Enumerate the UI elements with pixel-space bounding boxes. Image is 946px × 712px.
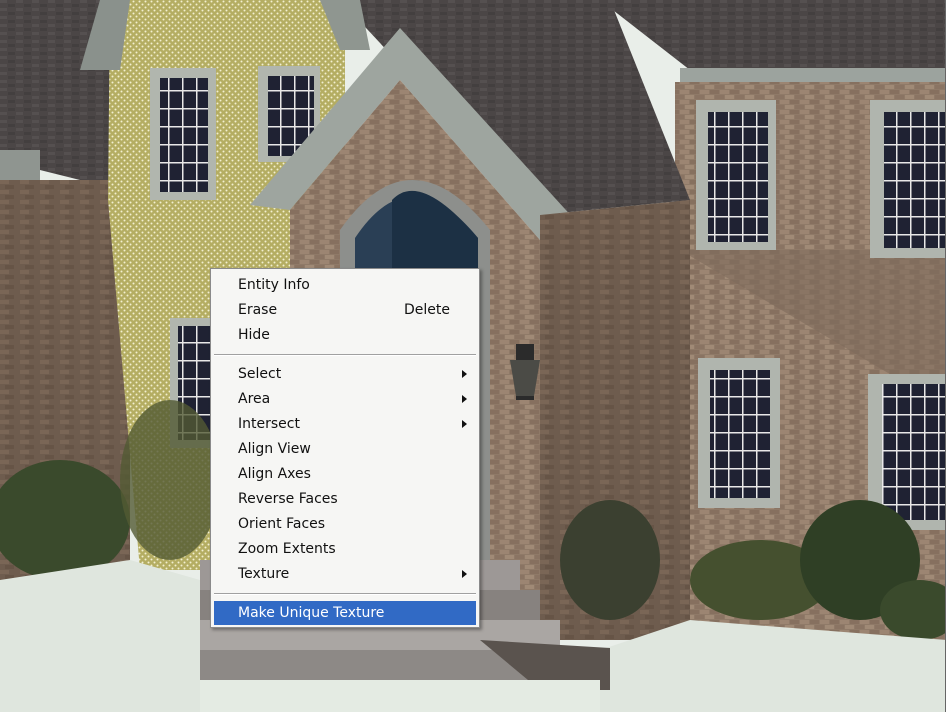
menu-item-texture[interactable]: Texture [214, 562, 476, 586]
menu-item-make-unique-texture[interactable]: Make Unique Texture [214, 601, 476, 625]
submenu-arrow-icon [462, 370, 467, 378]
menu-item-entity-info[interactable]: Entity Info [214, 273, 476, 297]
menu-item-area[interactable]: Area [214, 387, 476, 411]
menu-item-hide[interactable]: Hide [214, 323, 476, 347]
menu-separator [214, 354, 476, 356]
menu-item-select[interactable]: Select [214, 362, 476, 386]
menu-item-intersect[interactable]: Intersect [214, 412, 476, 436]
menu-item-label: Orient Faces [238, 516, 326, 532]
menu-separator [214, 593, 476, 595]
menu-item-label: Make Unique Texture [238, 605, 385, 621]
menu-item-orient-faces[interactable]: Orient Faces [214, 512, 476, 536]
menu-item-label: Entity Info [238, 277, 310, 293]
menu-item-erase[interactable]: Erase Delete [214, 298, 476, 322]
menu-item-shortcut: Delete [404, 302, 450, 318]
menu-item-reverse-faces[interactable]: Reverse Faces [214, 487, 476, 511]
menu-item-label: Reverse Faces [238, 491, 338, 507]
menu-item-label: Texture [238, 566, 290, 582]
menu-item-align-axes[interactable]: Align Axes [214, 462, 476, 486]
menu-item-label: Erase [238, 302, 278, 318]
model-viewport[interactable]: Entity Info Erase Delete Hide Select Area Inte… [0, 0, 946, 712]
menu-item-label: Intersect [238, 416, 300, 432]
menu-item-align-view[interactable]: Align View [214, 437, 476, 461]
submenu-arrow-icon [462, 395, 467, 403]
menu-item-label: Select [238, 366, 282, 382]
menu-item-zoom-extents[interactable]: Zoom Extents [214, 537, 476, 561]
menu-item-label: Area [238, 391, 271, 407]
submenu-arrow-icon [462, 420, 467, 428]
menu-item-label: Zoom Extents [238, 541, 336, 557]
menu-item-label: Align View [238, 441, 311, 457]
menu-item-label: Hide [238, 327, 270, 343]
window-right-upper-1 [696, 100, 776, 250]
submenu-arrow-icon [462, 570, 467, 578]
menu-item-label: Align Axes [238, 466, 311, 482]
context-menu: Entity Info Erase Delete Hide Select Area Inte… [210, 268, 480, 628]
